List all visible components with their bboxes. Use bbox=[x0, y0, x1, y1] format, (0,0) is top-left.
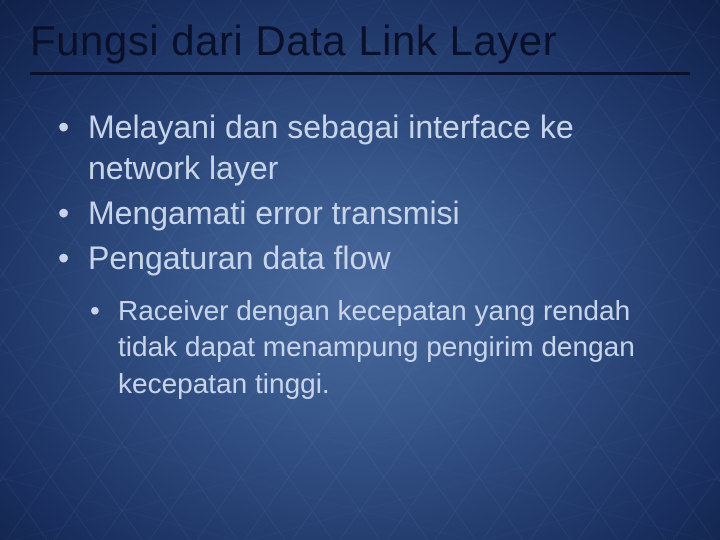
slide-title: Fungsi dari Data Link Layer bbox=[30, 18, 690, 75]
bullet-text: Pengaturan data flow bbox=[88, 240, 390, 276]
bullet-item: Pengaturan data flow bbox=[58, 238, 690, 279]
slide-content: Melayani dan sebagai interface ke networ… bbox=[30, 107, 690, 402]
slide-container: Fungsi dari Data Link Layer Melayani dan… bbox=[0, 0, 720, 540]
bullet-item: Melayani dan sebagai interface ke networ… bbox=[58, 107, 690, 189]
sub-bullet-text: Raceiver dengan kecepatan yang rendah ti… bbox=[118, 295, 635, 399]
bullet-item: Mengamati error transmisi bbox=[58, 193, 690, 234]
bullet-text: Mengamati error transmisi bbox=[88, 195, 460, 231]
bullet-text: Melayani dan sebagai interface ke networ… bbox=[88, 109, 574, 186]
sub-bullet-item: Raceiver dengan kecepatan yang rendah ti… bbox=[90, 293, 690, 402]
sub-bullet-list: Raceiver dengan kecepatan yang rendah ti… bbox=[58, 293, 690, 402]
